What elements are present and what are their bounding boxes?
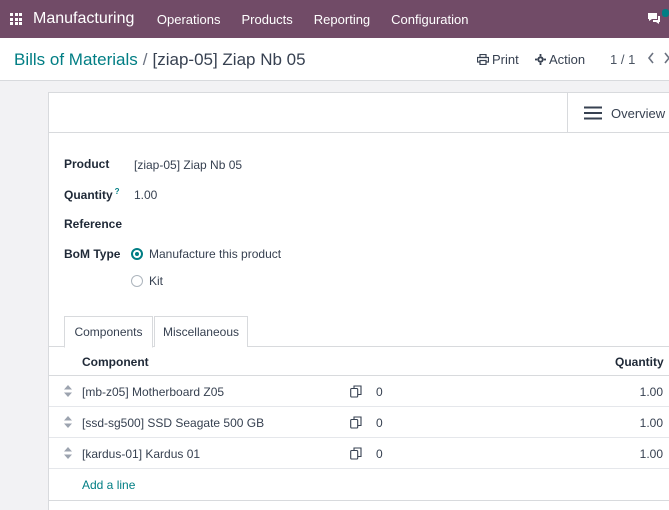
apps-grid-icon[interactable]: [10, 13, 22, 25]
breadcrumb-parent-link[interactable]: Bills of Materials: [14, 50, 138, 69]
count-cell: 0: [376, 447, 383, 461]
column-header-quantity[interactable]: Quantity: [615, 355, 664, 369]
radio-kit[interactable]: [131, 275, 143, 287]
print-label: Print: [492, 52, 519, 67]
product-label: Product: [64, 157, 110, 171]
quantity-cell[interactable]: 1.00: [619, 447, 663, 461]
count-cell: 0: [376, 416, 383, 430]
smart-button-box: Overview: [49, 93, 669, 133]
overview-label: Overview: [611, 105, 666, 121]
help-tooltip-icon[interactable]: ?: [115, 187, 120, 196]
control-panel: Bills of Materials / [ziap-05] Ziap Nb 05 …: [0, 38, 669, 81]
component-cell[interactable]: [ssd-sg500] SSD Seagate 500 GB: [82, 416, 264, 430]
component-cell[interactable]: [kardus-01] Kardus 01: [82, 447, 200, 461]
menu-products[interactable]: Products: [231, 12, 303, 27]
table-bottom-divider: [49, 500, 669, 501]
reference-field[interactable]: [134, 218, 334, 232]
print-icon: [477, 54, 489, 65]
column-header-component[interactable]: Component: [82, 355, 149, 369]
count-cell: 0: [376, 385, 383, 399]
quantity-label: Quantity?: [64, 187, 120, 202]
product-field[interactable]: [ziap-05] Ziap Nb 05: [134, 158, 242, 172]
copy-icon[interactable]: [350, 416, 362, 429]
menu-reporting[interactable]: Reporting: [303, 12, 380, 27]
radio-kit-label[interactable]: Kit: [149, 274, 163, 288]
overview-button[interactable]: Overview: [567, 93, 669, 133]
breadcrumb: Bills of Materials / [ziap-05] Ziap Nb 05: [14, 50, 306, 70]
quantity-cell[interactable]: 1.00: [619, 416, 663, 430]
table-row[interactable]: [ssd-sg500] SSD Seagate 500 GB 0 1.00: [49, 407, 669, 438]
add-line-link[interactable]: Add a line: [82, 478, 135, 492]
radio-manufacture-label[interactable]: Manufacture this product: [149, 247, 281, 261]
tab-components[interactable]: Components: [64, 316, 153, 348]
form-sheet: Overview Product [ziap-05] Ziap Nb 05 Qu…: [48, 92, 669, 510]
breadcrumb-current: [ziap-05] Ziap Nb 05: [152, 50, 306, 69]
menu-configuration[interactable]: Configuration: [381, 12, 479, 27]
table-row[interactable]: [kardus-01] Kardus 01 0 1.00: [49, 438, 669, 469]
quantity-field[interactable]: 1.00: [134, 188, 157, 202]
app-name[interactable]: Manufacturing: [33, 10, 134, 28]
drag-handle-icon[interactable]: [64, 385, 72, 397]
drag-handle-icon[interactable]: [64, 447, 72, 459]
gear-icon: [535, 54, 546, 65]
copy-icon[interactable]: [350, 447, 362, 460]
tab-miscellaneous[interactable]: Miscellaneous: [154, 316, 248, 347]
main-menu: Operations Products Reporting Configurat…: [146, 12, 479, 27]
print-button[interactable]: Print: [477, 52, 519, 67]
action-label: Action: [549, 52, 586, 67]
bom-type-label: BoM Type: [64, 247, 121, 261]
notebook-tabs: Components Miscellaneous: [49, 316, 669, 348]
list-icon: [584, 106, 602, 120]
quantity-cell[interactable]: 1.00: [619, 385, 663, 399]
radio-manufacture[interactable]: [131, 248, 143, 260]
top-navbar: Manufacturing Operations Products Report…: [0, 0, 669, 38]
breadcrumb-separator: /: [142, 50, 148, 69]
table-row[interactable]: [mb-z05] Motherboard Z05 0 1.00: [49, 376, 669, 407]
table-header: Component Quantity: [49, 348, 669, 376]
drag-handle-icon[interactable]: [64, 416, 72, 428]
chat-icon[interactable]: [647, 12, 661, 24]
component-cell[interactable]: [mb-z05] Motherboard Z05: [82, 385, 224, 399]
pager-value[interactable]: 1 / 1: [610, 52, 635, 67]
chevron-right-icon[interactable]: [662, 51, 669, 65]
menu-operations[interactable]: Operations: [146, 12, 231, 27]
action-button[interactable]: Action: [535, 52, 585, 67]
chat-badge: [662, 9, 669, 17]
chevron-left-icon[interactable]: [646, 51, 656, 65]
copy-icon[interactable]: [350, 385, 362, 398]
reference-label: Reference: [64, 217, 123, 231]
